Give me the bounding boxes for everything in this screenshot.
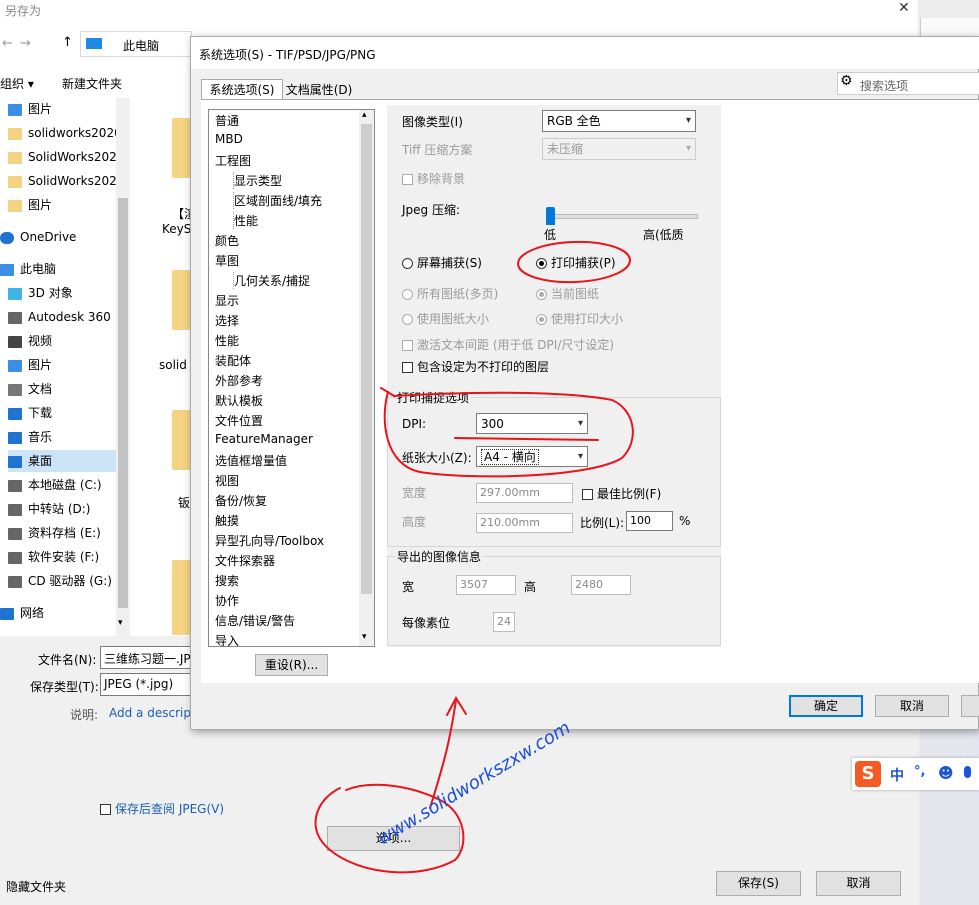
watermark-text: www.solidworkszxw.com xyxy=(374,717,575,849)
annotation-arrow-head xyxy=(446,695,467,716)
print-capture-annotation-circle xyxy=(517,240,631,284)
annotation-overlay: www.solidworkszxw.com xyxy=(314,240,634,874)
print-settings-annotation-loop xyxy=(383,391,634,478)
dpi-annotation-underline xyxy=(454,437,599,441)
